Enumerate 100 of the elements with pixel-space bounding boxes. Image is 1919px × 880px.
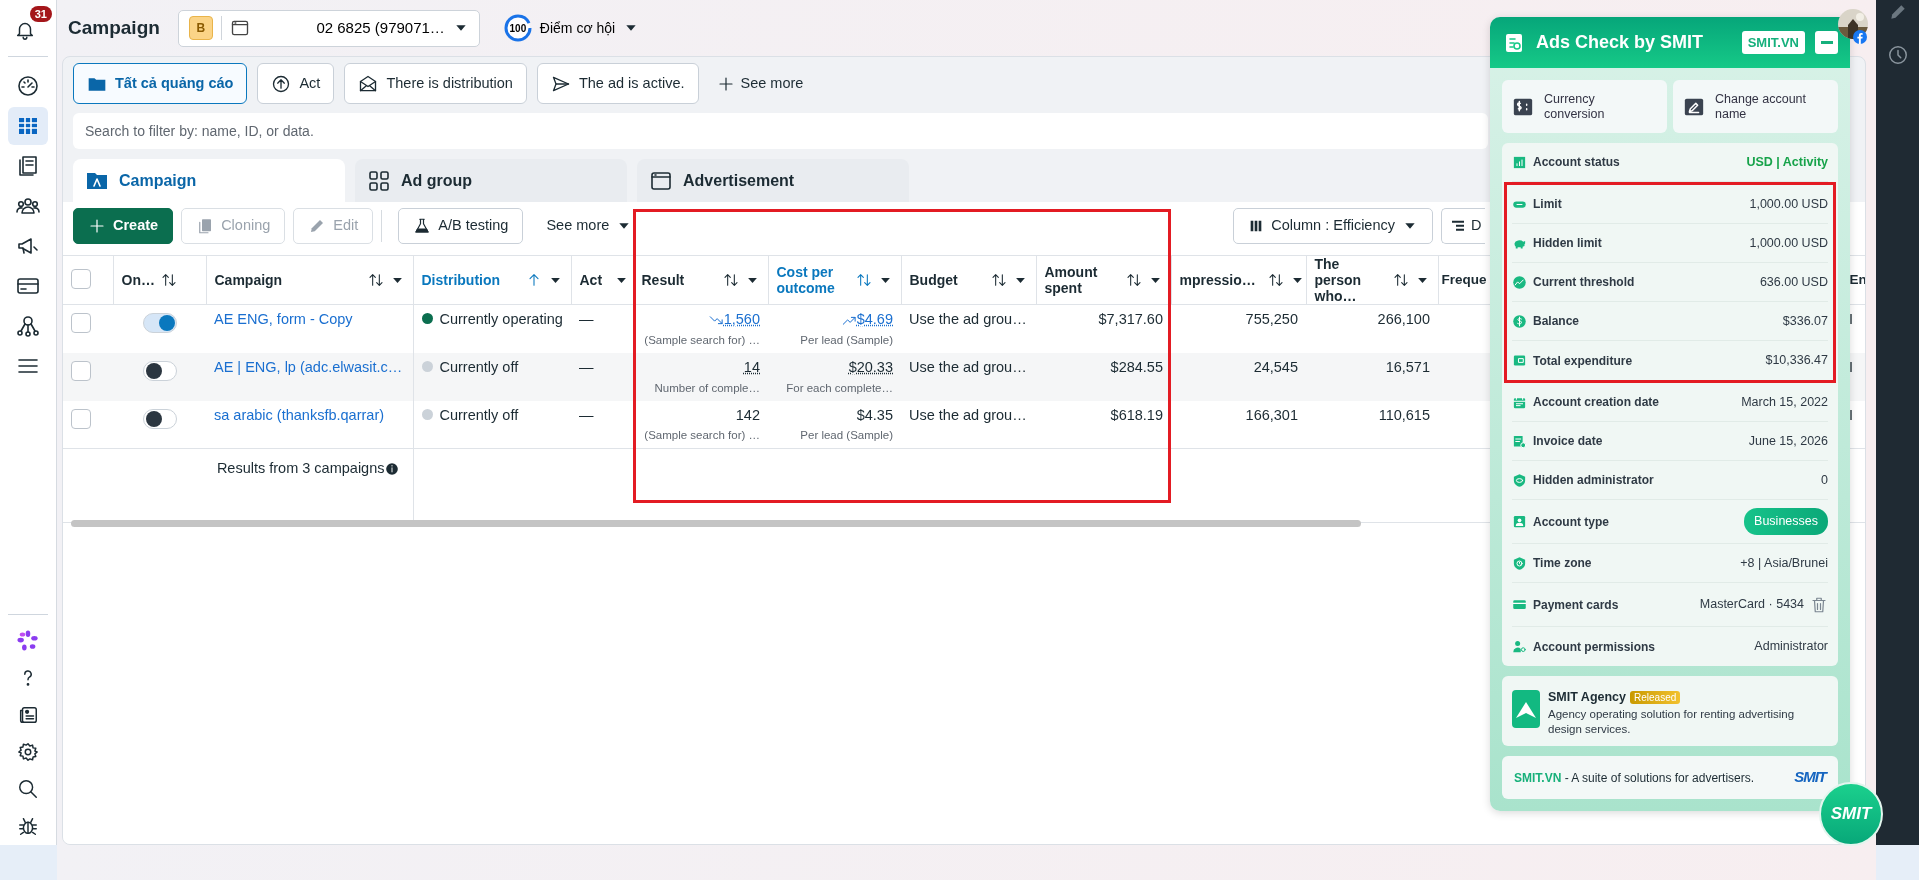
info-label: Hidden limit xyxy=(1533,235,1603,252)
metric-value[interactable]: $4.69 xyxy=(856,311,893,327)
filter-chip[interactable]: Act xyxy=(257,63,335,104)
table-cell: I xyxy=(1849,311,1854,327)
column-header[interactable]: Result xyxy=(641,272,685,288)
score-ring-icon xyxy=(503,14,532,42)
status-value: USD | Activity xyxy=(1746,153,1828,171)
table-icon xyxy=(16,114,40,138)
table-cell: Use the ad grou… xyxy=(909,311,1027,327)
level-tab[interactable]: Campaign xyxy=(73,159,345,202)
table-cell: Use the ad grou… xyxy=(909,358,1027,375)
filter-chip[interactable]: Tất cả quảng cáo xyxy=(73,63,248,104)
footer-text: SMIT.VN - A suite of solutions for advertisers. xyxy=(1514,769,1756,787)
network-icon xyxy=(16,314,40,338)
agency-logo xyxy=(1512,690,1540,728)
metric-note: (Sample search for) … xyxy=(643,428,760,444)
panel-title: Ads Check by SMIT xyxy=(1536,31,1705,54)
toolbar-button[interactable]: Column : Efficiency xyxy=(1233,208,1433,244)
table-cell: I xyxy=(1849,358,1854,375)
column-header[interactable]: Act xyxy=(579,272,603,288)
row-checkbox[interactable] xyxy=(71,360,91,381)
shield-icon xyxy=(1512,555,1527,571)
toolbar-button[interactable]: See more xyxy=(531,208,648,244)
clock-icon[interactable] xyxy=(1886,44,1909,66)
account-badge: B xyxy=(188,16,213,40)
sort-icon[interactable] xyxy=(160,272,177,288)
horizontal-scrollbar[interactable] xyxy=(71,520,1361,527)
column-header[interactable]: Distribution xyxy=(421,272,501,288)
table-cell: — xyxy=(579,406,594,423)
pages-icon xyxy=(16,154,40,178)
see-more-button[interactable]: See more xyxy=(708,72,812,95)
info-value: +8 | Asia/Brunei xyxy=(1740,554,1828,572)
row-checkbox[interactable] xyxy=(71,313,91,333)
status-text: Currently operating xyxy=(439,311,563,327)
search-field[interactable]: Search to filter by: name, ID, or data. xyxy=(73,113,1488,149)
info-value: MasterCard · 5434 xyxy=(1699,596,1804,614)
table-cell: $284.55 xyxy=(1110,358,1163,375)
chart-icon xyxy=(1512,154,1527,170)
sort-icon[interactable] xyxy=(1392,272,1409,288)
campaign-link[interactable]: AE ENG, form - Copy xyxy=(214,311,353,327)
dollar-icon xyxy=(1512,313,1527,329)
toggle-switch[interactable] xyxy=(142,360,177,381)
opportunity-score-button[interactable]: 100 Điểm cơ hội xyxy=(497,13,646,43)
toolbar-button[interactable]: D xyxy=(1441,208,1485,244)
agency-name: SMIT Agency xyxy=(1548,690,1627,704)
page-title: Campaign xyxy=(68,15,160,40)
filter-chip[interactable]: The ad is active. xyxy=(536,63,699,104)
info-value: March 15, 2022 xyxy=(1741,393,1828,411)
table-cell: — xyxy=(579,311,594,327)
column-header[interactable]: On… xyxy=(121,272,155,288)
table-cell: $7,317.60 xyxy=(1098,311,1163,327)
released-badge: Released xyxy=(1630,691,1681,704)
info-label: Time zone xyxy=(1533,555,1593,572)
status-text: Currently off xyxy=(439,358,519,375)
sort-icon[interactable] xyxy=(722,272,739,288)
column-header[interactable]: Freque xyxy=(1441,272,1487,288)
minimize-button[interactable] xyxy=(1815,31,1838,54)
column-header[interactable]: Budget xyxy=(909,272,958,288)
action-button[interactable]: Currency conversion xyxy=(1502,80,1667,133)
info-label: Account permissions xyxy=(1533,638,1657,656)
status-text: Currently off xyxy=(439,406,519,423)
metric-note: Per lead (Sample) xyxy=(799,332,893,348)
metric-value: 14 xyxy=(743,358,760,375)
select-all-checkbox[interactable] xyxy=(71,269,91,289)
campaign-link[interactable]: sa arabic (thanksfb.qarrar) xyxy=(214,406,385,423)
metric-value[interactable]: 1,560 xyxy=(723,311,760,327)
toggle-switch[interactable] xyxy=(142,313,177,333)
metric-note: Per lead (Sample) xyxy=(799,428,893,444)
toolbar-button[interactable]: A/B testing xyxy=(398,208,524,244)
level-tab[interactable]: Advertisement xyxy=(637,159,909,202)
row-checkbox[interactable] xyxy=(71,408,91,429)
info-label: Account creation date xyxy=(1533,394,1661,411)
sort-icon[interactable] xyxy=(1267,272,1284,288)
info-value: 0 xyxy=(1821,471,1828,489)
account-selector[interactable]: B 02 6825 (979071… xyxy=(177,9,480,47)
column-header[interactable]: mpressio… xyxy=(1179,272,1256,288)
person-icon xyxy=(1512,514,1527,529)
info-label: Balance xyxy=(1533,313,1581,330)
table-cell: 110,615 xyxy=(1378,406,1430,423)
wallet-icon xyxy=(1512,353,1527,368)
list-icon xyxy=(1450,218,1466,234)
table-cell: 16,571 xyxy=(1385,358,1430,375)
info-icon[interactable] xyxy=(384,462,399,477)
sort-icon[interactable] xyxy=(367,272,384,288)
info-value: Administrator xyxy=(1754,638,1828,656)
toggle-switch[interactable] xyxy=(142,408,177,429)
card-icon xyxy=(1512,597,1527,612)
action-button[interactable]: Change account name xyxy=(1673,80,1838,133)
info-label: Payment cards xyxy=(1533,596,1620,614)
sort-icon[interactable] xyxy=(1125,272,1142,288)
info-value: 1,000.00 USD xyxy=(1749,234,1828,252)
level-tab[interactable]: Ad group xyxy=(355,159,627,202)
table-cell: Use the ad grou… xyxy=(909,406,1027,423)
column-header[interactable]: Campaign xyxy=(214,272,283,288)
table-cell: 24,545 xyxy=(1253,358,1298,375)
sort-icon[interactable] xyxy=(990,272,1007,288)
info-label: Limit xyxy=(1533,196,1563,213)
filter-chip[interactable]: There is distribution xyxy=(344,63,527,104)
toolbar-button[interactable]: Create xyxy=(73,208,174,244)
delete-icon[interactable] xyxy=(1810,595,1828,614)
